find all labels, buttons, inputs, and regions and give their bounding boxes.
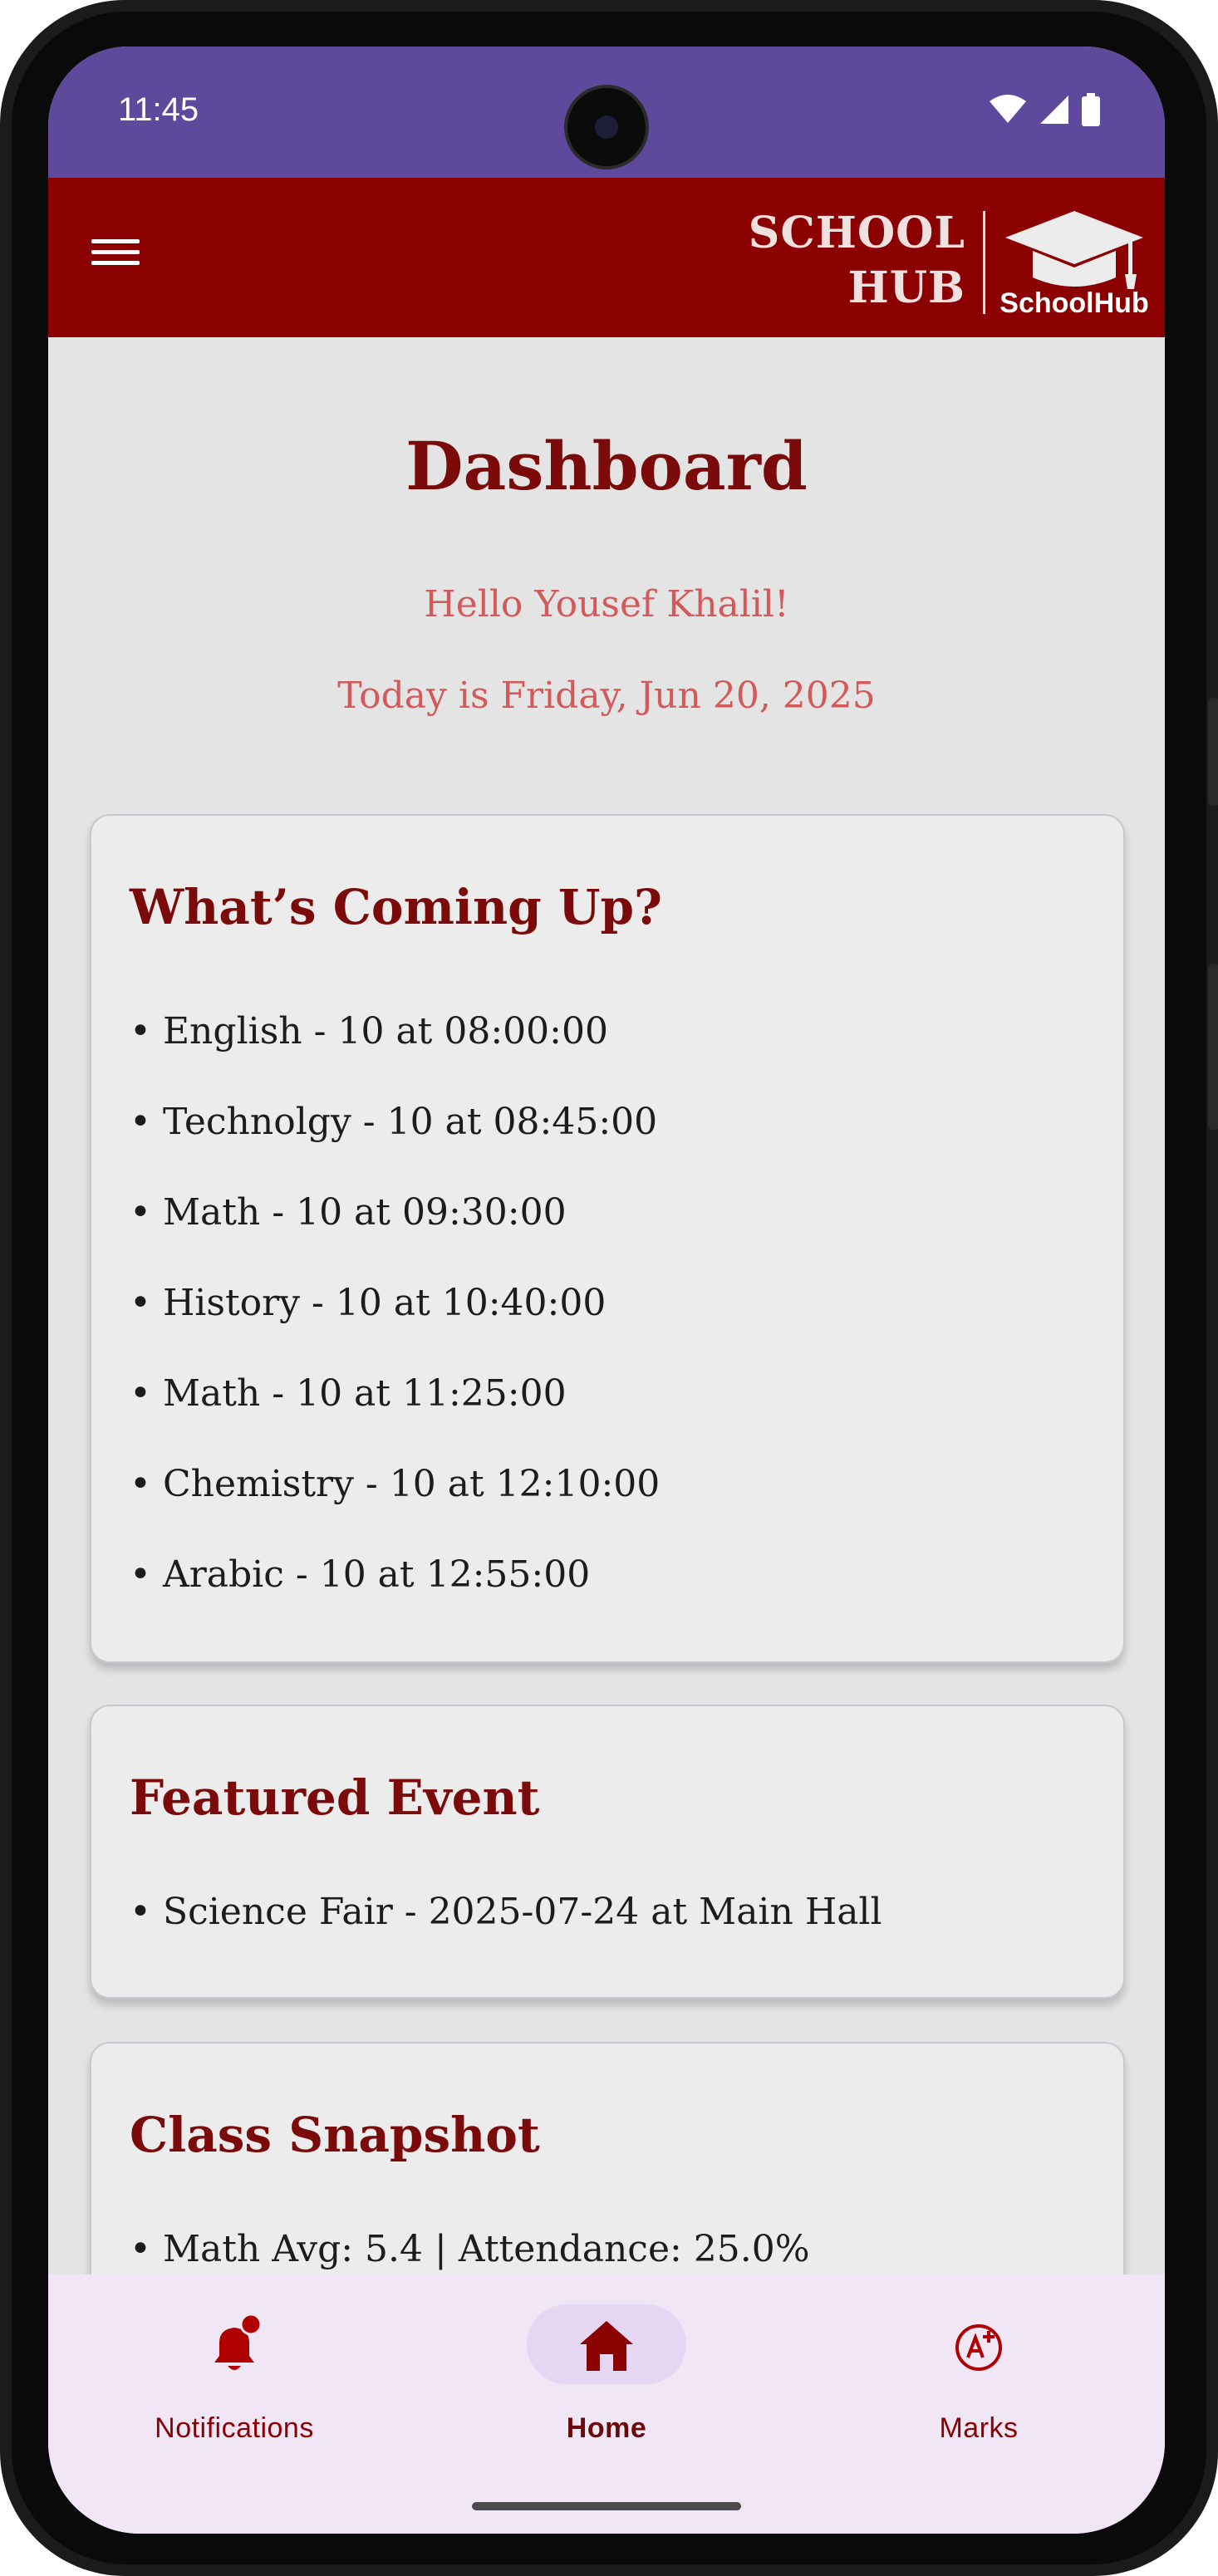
brand-name: SCHOOL HUB <box>749 206 965 316</box>
schedule-item: • Arabic - 10 at 12:55:00 <box>130 1553 591 1596</box>
greeting-text: Hello Yousef Khalil! <box>424 583 789 626</box>
menu-button[interactable] <box>91 233 141 282</box>
app-bar: SCHOOL HUB SchoolHub <box>48 178 1165 337</box>
hamburger-icon-line <box>91 261 140 265</box>
event-item: • Science Fair - 2025-07-24 at Main Hall <box>130 1891 882 1933</box>
brand-line-2: HUB <box>847 263 965 313</box>
status-time: 11:45 <box>118 91 199 128</box>
nav-home[interactable]: Home <box>457 2299 756 2457</box>
schedule-item: • Technolgy - 10 at 08:45:00 <box>130 1101 658 1143</box>
nav-label: Marks <box>939 2412 1019 2444</box>
gesture-home-indicator[interactable] <box>472 2502 741 2510</box>
page-title: Dashboard <box>405 427 808 505</box>
featured-event-card: Featured Event • Science Fair - 2025-07-… <box>90 1705 1125 1999</box>
card-title: Featured Event <box>130 1769 540 1826</box>
phone-frame: 11:45 SCHOOL HUB SchoolHub Dashboard Hel… <box>0 0 1218 2576</box>
grade-icon <box>955 2324 1002 2371</box>
hamburger-icon <box>91 239 140 243</box>
card-title: Class Snapshot <box>130 2107 540 2163</box>
volume-button <box>1208 698 1218 806</box>
nav-label: Home <box>566 2412 647 2444</box>
hamburger-icon-line <box>91 250 140 254</box>
power-button <box>1208 964 1218 1130</box>
screen: 11:45 SCHOOL HUB SchoolHub Dashboard Hel… <box>48 47 1165 2534</box>
brand-line-1: SCHOOL <box>748 208 965 258</box>
home-icon <box>580 2321 633 2371</box>
schedule-item: • Math - 10 at 09:30:00 <box>130 1191 567 1234</box>
schedule-item: • Math - 10 at 11:25:00 <box>130 1372 567 1415</box>
bell-badge-icon <box>214 2314 263 2370</box>
schedule-item: • English - 10 at 08:00:00 <box>130 1010 608 1052</box>
bottom-navigation: Notifications Home Marks <box>48 2274 1165 2534</box>
snapshot-item: • Math Avg: 5.4 | Attendance: 25.0% <box>130 2228 810 2270</box>
signal-icon <box>1040 96 1068 124</box>
schedule-item: • History - 10 at 10:40:00 <box>130 1282 607 1324</box>
status-icons <box>989 93 1100 126</box>
nav-marks[interactable]: Marks <box>829 2299 1128 2457</box>
battery-icon <box>1082 93 1100 126</box>
brand-divider <box>983 211 985 314</box>
upcoming-card: What’s Coming Up? • English - 10 at 08:0… <box>90 814 1125 1663</box>
status-bar: 11:45 <box>48 47 1165 178</box>
card-title: What’s Coming Up? <box>130 879 663 935</box>
front-camera <box>567 88 646 166</box>
schedule-item: • Chemistry - 10 at 12:10:00 <box>130 1463 661 1505</box>
wifi-icon <box>990 95 1026 123</box>
logo-label: SchoolHub <box>999 287 1149 319</box>
nav-notifications[interactable]: Notifications <box>85 2299 384 2457</box>
date-text: Today is Friday, Jun 20, 2025 <box>337 675 876 717</box>
nav-label: Notifications <box>155 2412 314 2444</box>
